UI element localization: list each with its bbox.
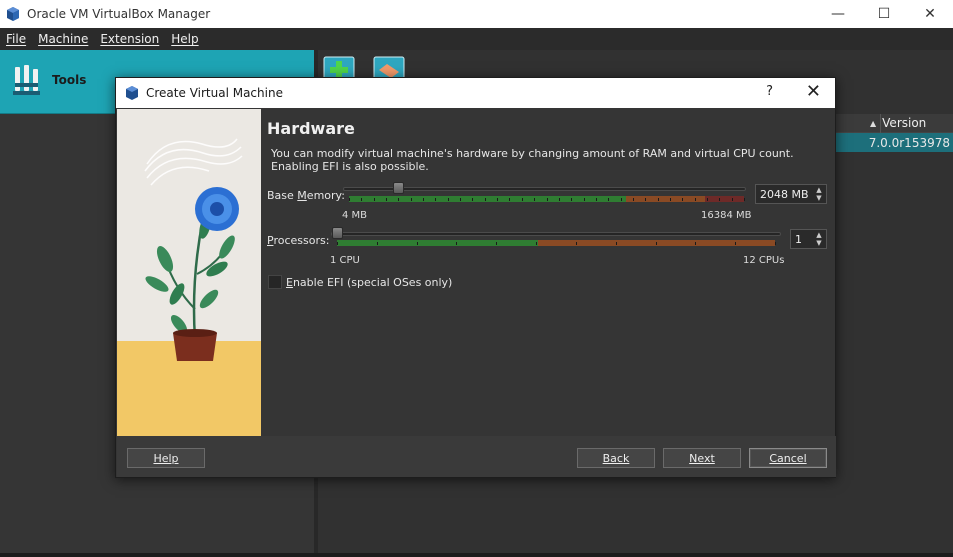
- slider-tick: [349, 198, 350, 201]
- main-window-title: Oracle VM VirtualBox Manager: [27, 7, 211, 21]
- menu-machine[interactable]: Machine: [32, 32, 94, 46]
- enable-efi-checkbox[interactable]: [268, 275, 282, 289]
- slider-zone: [538, 240, 775, 246]
- slider-tick: [620, 198, 622, 201]
- slider-tick: [416, 242, 418, 245]
- processors-label: Processors:: [267, 234, 330, 247]
- slider-tick: [655, 242, 657, 245]
- slider-tick: [632, 198, 634, 201]
- slider-tick: [608, 198, 610, 201]
- column-separator[interactable]: [880, 114, 881, 133]
- slider-tick: [744, 198, 745, 201]
- slider-tick: [386, 198, 388, 201]
- slider-tick: [719, 198, 721, 201]
- memory-min-label: 4 MB: [342, 210, 368, 221]
- slider-tick: [337, 242, 338, 245]
- slider-tick: [669, 198, 671, 201]
- tools-icon: [13, 65, 40, 95]
- processors-spinbox[interactable]: 1 ▲ ▼: [790, 229, 827, 249]
- maximize-button[interactable]: ☐: [861, 0, 907, 28]
- slider-tick: [735, 242, 737, 245]
- minimize-button[interactable]: —: [815, 0, 861, 28]
- slider-tick: [615, 242, 617, 245]
- menu-help[interactable]: Help: [165, 32, 204, 46]
- slider-tick: [575, 242, 577, 245]
- slider-tick: [456, 242, 458, 245]
- slider-tick: [423, 198, 425, 201]
- processors-max-label: 12 CPUs: [743, 255, 785, 266]
- dialog-titlebar: Create Virtual Machine ? ✕: [116, 78, 835, 108]
- slider-zone: [337, 240, 539, 246]
- slider-zone: [625, 196, 705, 202]
- slider-tick: [682, 198, 684, 201]
- slider-tick: [373, 198, 375, 201]
- slider-tick: [706, 198, 708, 201]
- cancel-button[interactable]: Cancel: [749, 448, 827, 468]
- processors-slider-track[interactable]: [331, 232, 781, 236]
- version-cell[interactable]: 7.0.0r153978: [836, 133, 953, 152]
- slider-tick: [376, 242, 378, 245]
- page-description: You can modify virtual machine's hardwar…: [271, 147, 794, 173]
- slider-tick: [595, 198, 597, 201]
- processors-slider-handle[interactable]: [332, 227, 343, 239]
- base-memory-slider-handle[interactable]: [392, 182, 404, 194]
- status-strip: [0, 553, 953, 557]
- slider-tick: [509, 198, 511, 201]
- spinbox-arrows-icon[interactable]: ▲ ▼: [813, 231, 825, 247]
- slider-tick: [695, 242, 697, 245]
- slider-tick: [472, 198, 474, 201]
- virtualbox-dialog-icon: [126, 86, 138, 100]
- menu-extension[interactable]: Extension: [94, 32, 165, 46]
- main-window-titlebar: Oracle VM VirtualBox Manager — ☐ ✕: [0, 0, 953, 28]
- slider-tick: [447, 198, 449, 201]
- dialog-help-icon[interactable]: ?: [766, 84, 773, 99]
- slider-tick: [484, 198, 486, 201]
- enable-efi-label[interactable]: Enable EFI (special OSes only): [286, 276, 452, 289]
- slider-tick: [657, 198, 659, 201]
- slider-tick: [497, 198, 499, 201]
- slider-tick: [546, 198, 548, 201]
- slider-tick: [460, 198, 462, 201]
- dialog-title: Create Virtual Machine: [146, 86, 283, 100]
- sort-ascending-icon: ▲: [870, 118, 877, 128]
- help-button[interactable]: Help: [127, 448, 205, 468]
- slider-tick: [435, 198, 437, 201]
- wizard-page-content: Hardware You can modify virtual machine'…: [262, 109, 835, 436]
- menu-bar: File Machine Extension Help: [0, 28, 953, 50]
- spinbox-arrows-icon[interactable]: ▲ ▼: [813, 186, 825, 202]
- dialog-close-icon[interactable]: ✕: [806, 81, 821, 102]
- create-vm-dialog: Create Virtual Machine ? ✕ Hardware You …: [115, 77, 836, 478]
- base-memory-label: Base Memory:: [267, 189, 345, 202]
- back-button[interactable]: Back: [577, 448, 655, 468]
- close-window-button[interactable]: ✕: [907, 0, 953, 28]
- slider-tick: [410, 198, 412, 201]
- slider-tick: [521, 198, 523, 201]
- slider-tick: [361, 198, 363, 201]
- processors-min-label: 1 CPU: [330, 255, 360, 266]
- tools-label: Tools: [52, 73, 87, 87]
- memory-max-label: 16384 MB: [701, 210, 752, 221]
- slider-tick: [398, 198, 400, 201]
- version-column-header[interactable]: ▲ Version: [836, 114, 953, 133]
- menu-file[interactable]: File: [0, 32, 32, 46]
- next-button[interactable]: Next: [663, 448, 741, 468]
- slider-tick: [571, 198, 573, 201]
- virtualbox-app-icon: [7, 7, 19, 21]
- dialog-button-bar: Help Back Next Cancel: [117, 436, 836, 477]
- base-memory-spinbox[interactable]: 2048 MB ▲ ▼: [755, 184, 827, 204]
- slider-tick: [534, 198, 536, 201]
- slider-tick: [496, 242, 498, 245]
- slider-tick: [694, 198, 696, 201]
- slider-tick: [775, 242, 776, 245]
- slider-tick: [558, 198, 560, 201]
- slider-tick: [583, 198, 585, 201]
- slider-zone: [704, 196, 744, 202]
- page-heading: Hardware: [267, 119, 355, 138]
- slider-tick: [536, 242, 538, 245]
- slider-tick: [645, 198, 647, 201]
- wizard-illustration: [117, 109, 261, 436]
- slider-tick: [731, 198, 733, 201]
